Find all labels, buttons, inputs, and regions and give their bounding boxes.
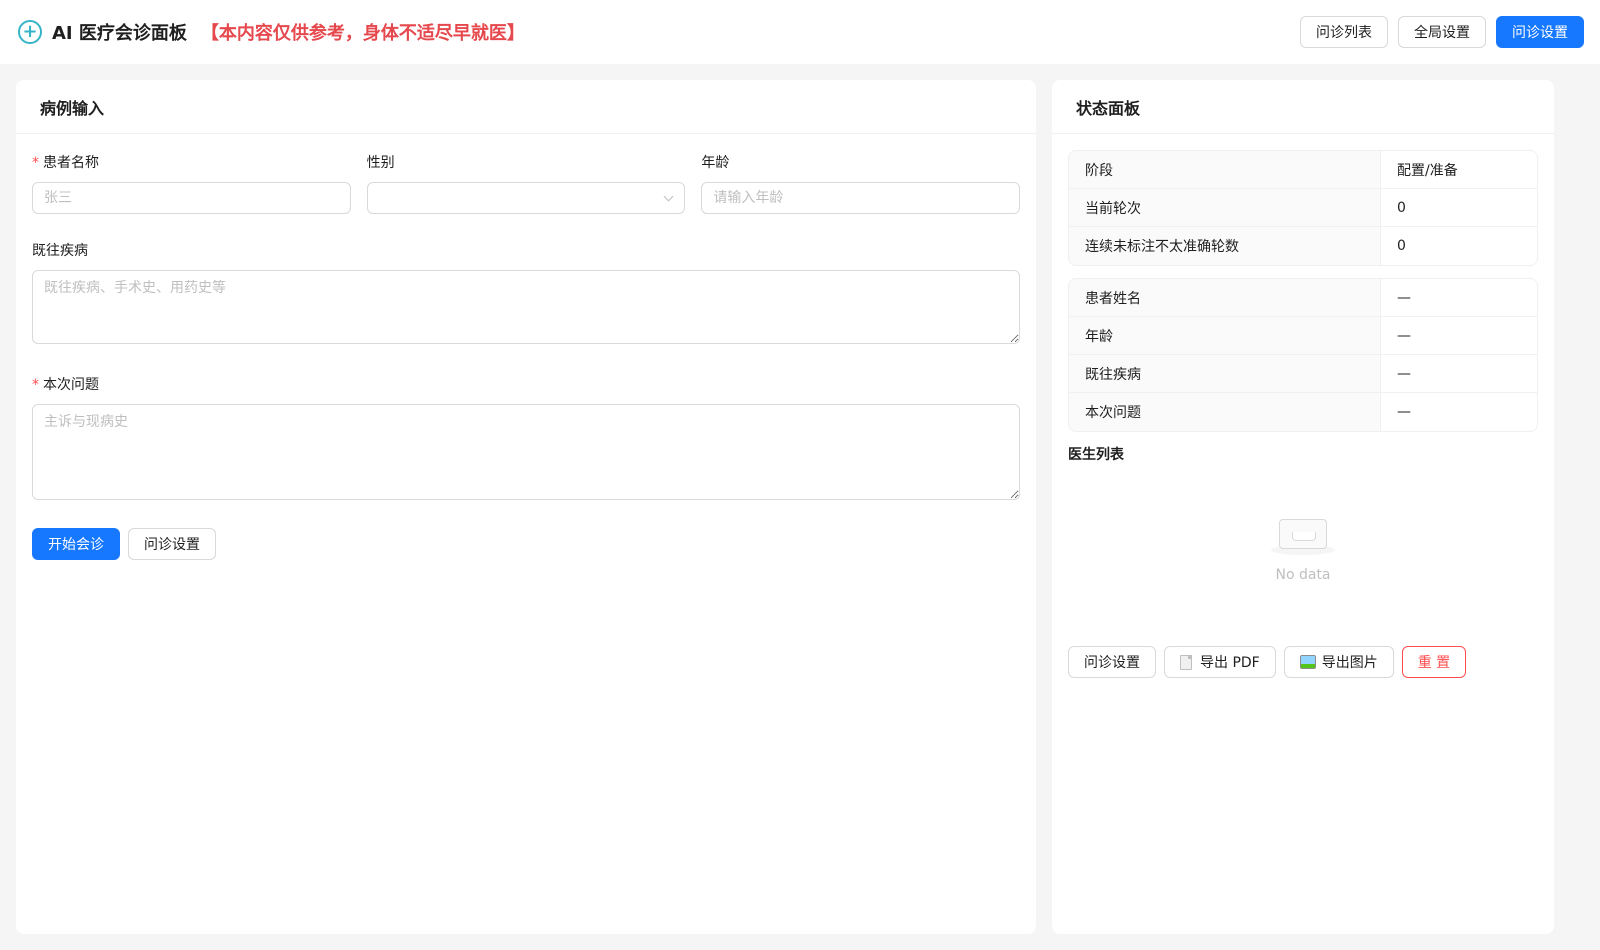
problem-group: 本次问题 (32, 374, 1020, 504)
patient-key: 既往疾病 (1069, 355, 1381, 392)
doctor-list-empty: No data (1068, 464, 1538, 632)
patient-value: — (1397, 404, 1411, 420)
patient-descriptions: 患者姓名 — 年龄 — 既往疾病 — 本次问题 — (1068, 278, 1538, 432)
status-value: 0 (1397, 199, 1406, 216)
patient-row-problem: 本次问题 — (1069, 393, 1537, 431)
reset-button[interactable]: 重 置 (1401, 646, 1467, 678)
patient-row-age: 年龄 — (1069, 317, 1537, 355)
age-input[interactable] (701, 182, 1021, 214)
patient-value: — (1397, 289, 1411, 306)
export-pdf-button[interactable]: 导出 PDF (1164, 646, 1276, 678)
export-image-button[interactable]: 导出图片 (1283, 646, 1394, 678)
patient-row-history: 既往疾病 — (1069, 355, 1537, 393)
status-key: 阶段 (1069, 151, 1381, 188)
panel-consult-settings-button[interactable]: 问诊设置 (1068, 646, 1156, 678)
status-descriptions: 阶段 配置/准备 当前轮次 0 连续未标注不太准确轮数 0 (1068, 150, 1538, 266)
age-group: 年龄 (701, 152, 1021, 214)
status-panel-card: 状态面板 阶段 配置/准备 当前轮次 0 连续未标注不太准确轮数 0 患者姓名 (1052, 80, 1554, 934)
status-key: 连续未标注不太准确轮数 (1069, 227, 1381, 265)
consult-list-button[interactable]: 问诊列表 (1300, 16, 1388, 48)
case-input-form: 患者名称 性别 年龄 既往疾病 (16, 134, 1036, 578)
patient-name-input[interactable] (32, 182, 351, 214)
history-label: 既往疾病 (32, 243, 88, 259)
history-group: 既往疾病 (32, 240, 1020, 348)
global-settings-button[interactable]: 全局设置 (1398, 16, 1486, 48)
patient-key: 患者姓名 (1069, 279, 1381, 316)
status-row-round: 当前轮次 0 (1069, 189, 1537, 227)
start-consultation-button[interactable]: 开始会诊 (32, 528, 120, 560)
disclaimer-text: 【本内容仅供参考，身体不适尽早就医】 (200, 23, 525, 44)
doctor-list-title: 医生列表 (1068, 447, 1124, 463)
status-row-inaccurate: 连续未标注不太准确轮数 0 (1069, 227, 1537, 265)
app-header: + AI 医疗会诊面板 【本内容仅供参考，身体不适尽早就医】 问诊列表 全局设置… (0, 0, 1600, 64)
document-icon (1180, 654, 1192, 670)
gender-select[interactable] (366, 182, 686, 214)
status-value: 0 (1397, 238, 1406, 254)
case-input-title: 病例输入 (16, 80, 1036, 134)
brand: + AI 医疗会诊面板 【本内容仅供参考，身体不适尽早就医】 (18, 19, 525, 45)
history-textarea[interactable] (32, 270, 1020, 344)
picture-icon (1299, 655, 1316, 669)
export-image-label: 导出图片 (1321, 655, 1378, 671)
empty-inbox-icon (1271, 513, 1335, 555)
consult-settings-button[interactable]: 问诊设置 (1496, 16, 1584, 48)
status-panel-body: 阶段 配置/准备 当前轮次 0 连续未标注不太准确轮数 0 患者姓名 — 年龄 … (1052, 134, 1554, 694)
status-actions: 问诊设置 导出 PDF 导出图片 重 置 (1068, 646, 1538, 678)
patient-row-name: 患者姓名 — (1069, 279, 1537, 317)
case-input-card: 病例输入 患者名称 性别 年龄 (16, 80, 1036, 934)
patient-value: — (1397, 327, 1411, 344)
age-label: 年龄 (701, 155, 730, 171)
problem-textarea[interactable] (32, 404, 1020, 500)
patient-name-group: 患者名称 (32, 152, 351, 214)
gender-group: 性别 (366, 152, 686, 214)
app-title: AI 医疗会诊面板 (52, 23, 187, 44)
status-value: 配置/准备 (1397, 162, 1458, 179)
patient-key: 年龄 (1069, 317, 1381, 354)
patient-value: — (1397, 365, 1411, 382)
empty-text: No data (1275, 567, 1331, 583)
form-actions: 开始会诊 问诊设置 (32, 528, 1020, 560)
status-row-stage: 阶段 配置/准备 (1069, 151, 1537, 189)
patient-key: 本次问题 (1069, 393, 1381, 431)
header-actions: 问诊列表 全局设置 问诊设置 (1300, 16, 1584, 48)
status-panel-title: 状态面板 (1052, 80, 1554, 134)
gender-label: 性别 (366, 155, 395, 171)
form-consult-settings-button[interactable]: 问诊设置 (128, 528, 216, 560)
basic-info-row: 患者名称 性别 年龄 (32, 152, 1021, 214)
main-content: 病例输入 患者名称 性别 年龄 (0, 64, 1600, 950)
chevron-down-icon (663, 191, 674, 201)
patient-name-label: 患者名称 (32, 152, 351, 172)
problem-label: 本次问题 (32, 374, 1020, 394)
plus-circle-icon: + (18, 20, 42, 44)
status-key: 当前轮次 (1069, 189, 1381, 226)
export-pdf-label: 导出 PDF (1200, 655, 1260, 671)
